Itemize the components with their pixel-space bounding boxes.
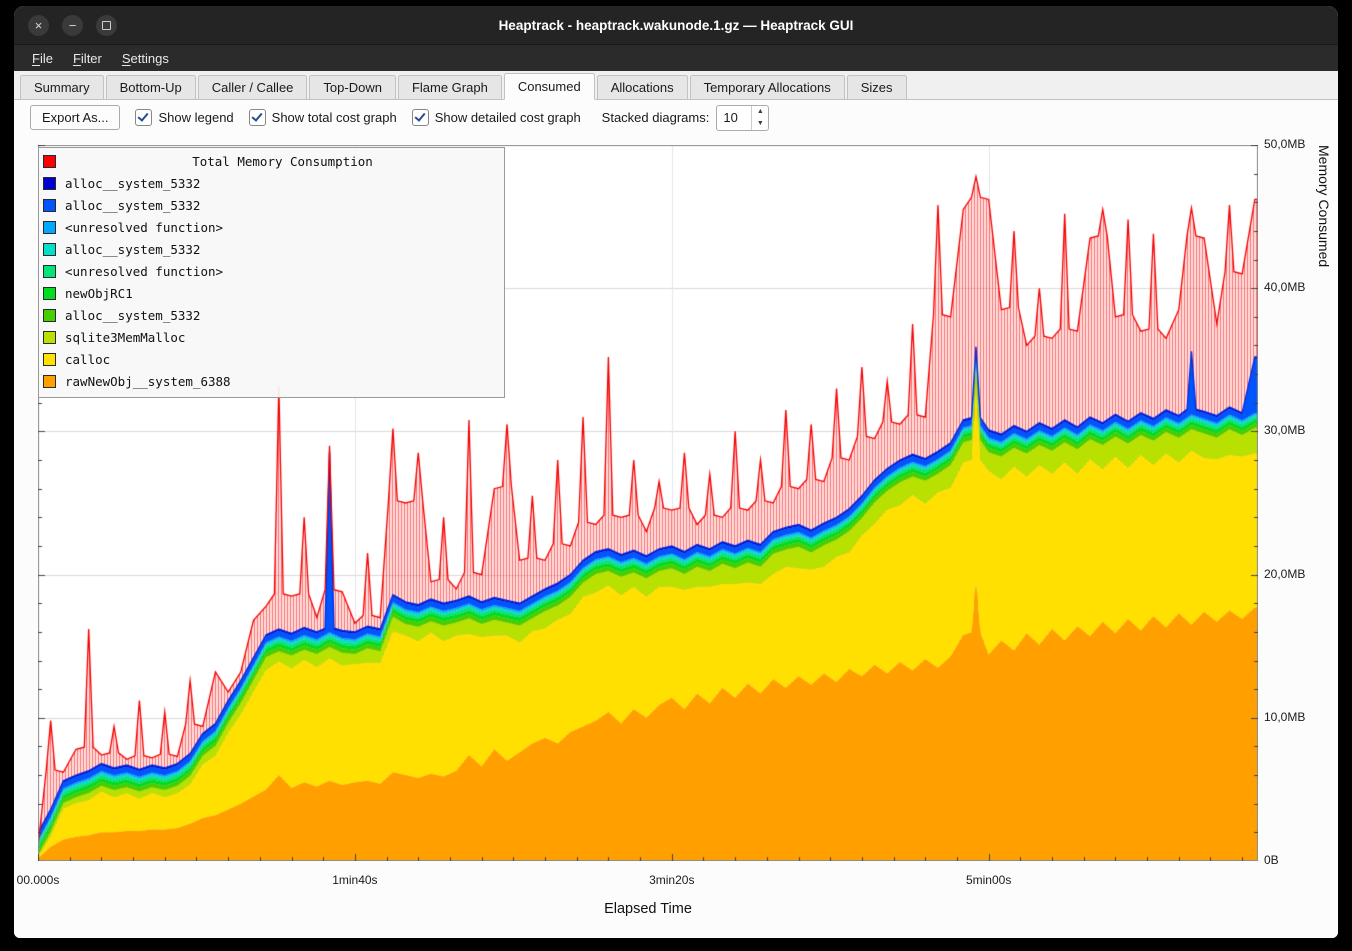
stacked-diagrams-spinbox: 10 ▲ ▼ bbox=[716, 105, 769, 131]
maximize-icon bbox=[102, 21, 111, 30]
legend-label: newObjRC1 bbox=[65, 286, 133, 301]
chart-region: Total Memory Consumption alloc__system_5… bbox=[14, 135, 1338, 938]
heaptrack-window: × − Heaptrack - heaptrack.wakunode.1.gz … bbox=[14, 6, 1338, 938]
toolbar: Export As... Show legend Show total cost … bbox=[14, 100, 1338, 135]
tab-caller-callee[interactable]: Caller / Callee bbox=[198, 75, 308, 99]
checkbox-icon bbox=[412, 109, 429, 126]
legend-item: alloc__system_5332 bbox=[43, 194, 500, 216]
x-axis-title: Elapsed Time bbox=[38, 901, 1258, 917]
legend-label: alloc__system_5332 bbox=[65, 176, 200, 191]
y-tick-label: 40,0MB bbox=[1264, 280, 1305, 294]
legend-label: <unresolved function> bbox=[65, 220, 223, 235]
y-tick-label: 10,0MB bbox=[1264, 710, 1305, 724]
legend-label: rawNewObj__system_6388 bbox=[65, 374, 231, 389]
tab-consumed[interactable]: Consumed bbox=[504, 73, 595, 100]
minimize-icon: − bbox=[69, 19, 77, 32]
close-button[interactable]: × bbox=[28, 15, 49, 36]
legend-item: newObjRC1 bbox=[43, 282, 500, 304]
legend-swatch bbox=[43, 353, 56, 366]
menu-bar: FileFilterSettings bbox=[14, 45, 1338, 71]
stacked-diagrams-label: Stacked diagrams: bbox=[602, 110, 710, 125]
legend-item: <unresolved function> bbox=[43, 216, 500, 238]
spin-down-icon[interactable]: ▼ bbox=[752, 118, 768, 130]
legend-title: Total Memory Consumption bbox=[65, 154, 500, 169]
legend-title-row: Total Memory Consumption bbox=[43, 150, 500, 172]
stacked-diagrams-input[interactable]: 10 bbox=[717, 106, 751, 130]
legend-swatch bbox=[43, 221, 56, 234]
legend-swatch bbox=[43, 199, 56, 212]
checkbox-show-total-cost-graph[interactable]: Show total cost graph bbox=[249, 109, 397, 126]
legend-label: alloc__system_5332 bbox=[65, 198, 200, 213]
tab-top-down[interactable]: Top-Down bbox=[309, 75, 396, 99]
checkbox-label: Show legend bbox=[158, 110, 233, 125]
tab-bottom-up[interactable]: Bottom-Up bbox=[106, 75, 196, 99]
x-tick-label: 00.000s bbox=[17, 873, 60, 887]
legend-item: alloc__system_5332 bbox=[43, 172, 500, 194]
tab-temporary-allocations[interactable]: Temporary Allocations bbox=[690, 75, 845, 99]
y-tick-label: 30,0MB bbox=[1264, 423, 1305, 437]
legend-swatch bbox=[43, 243, 56, 256]
checkbox-label: Show total cost graph bbox=[272, 110, 397, 125]
checkbox-show-legend[interactable]: Show legend bbox=[135, 109, 233, 126]
minimize-button[interactable]: − bbox=[62, 15, 83, 36]
menu-item-settings[interactable]: Settings bbox=[112, 45, 179, 71]
legend-swatch bbox=[43, 287, 56, 300]
checkbox-icon bbox=[135, 109, 152, 126]
tab-allocations[interactable]: Allocations bbox=[597, 75, 688, 99]
legend-rows: alloc__system_5332 alloc__system_5332 <unr… bbox=[43, 172, 500, 392]
x-axis-labels: 00.000s1min40s3min20s5min00s bbox=[38, 873, 1258, 889]
legend-label: <unresolved function> bbox=[65, 264, 223, 279]
x-tick-label: 5min00s bbox=[966, 873, 1011, 887]
window-title: Heaptrack - heaptrack.wakunode.1.gz — He… bbox=[499, 18, 854, 33]
y-tick-label: 20,0MB bbox=[1264, 567, 1305, 581]
spin-buttons: ▲ ▼ bbox=[751, 106, 768, 130]
toolbar-checkboxes: Show legend Show total cost graph Show det… bbox=[135, 109, 580, 126]
stacked-diagrams-control: Stacked diagrams: 10 ▲ ▼ bbox=[602, 105, 770, 131]
x-tick-label: 1min40s bbox=[332, 873, 377, 887]
legend-item: alloc__system_5332 bbox=[43, 238, 500, 260]
legend-swatch bbox=[43, 331, 56, 344]
chart-legend: Total Memory Consumption alloc__system_5… bbox=[38, 147, 505, 398]
menu-item-file[interactable]: File bbox=[22, 45, 63, 71]
checkbox-show-detailed-cost-graph[interactable]: Show detailed cost graph bbox=[412, 109, 581, 126]
legend-item: <unresolved function> bbox=[43, 260, 500, 282]
total-swatch bbox=[43, 155, 56, 168]
y-tick-label: 50,0MB bbox=[1264, 137, 1305, 151]
close-icon: × bbox=[35, 19, 43, 32]
legend-item: sqlite3MemMalloc bbox=[43, 326, 500, 348]
legend-label: alloc__system_5332 bbox=[65, 308, 200, 323]
menu-item-filter[interactable]: Filter bbox=[63, 45, 112, 71]
y-axis-title: Memory Consumed bbox=[1316, 145, 1332, 861]
spin-up-icon[interactable]: ▲ bbox=[752, 106, 768, 118]
legend-item: alloc__system_5332 bbox=[43, 304, 500, 326]
legend-swatch bbox=[43, 177, 56, 190]
y-tick-label: 0B bbox=[1264, 853, 1279, 867]
maximize-button[interactable] bbox=[96, 15, 117, 36]
tab-flame-graph[interactable]: Flame Graph bbox=[398, 75, 502, 99]
checkbox-icon bbox=[249, 109, 266, 126]
tab-bar: SummaryBottom-UpCaller / CalleeTop-DownF… bbox=[14, 71, 1338, 100]
plot-area: Total Memory Consumption alloc__system_5… bbox=[38, 145, 1258, 861]
window-controls: × − bbox=[28, 6, 117, 44]
tab-summary[interactable]: Summary bbox=[20, 75, 104, 99]
legend-swatch bbox=[43, 375, 56, 388]
legend-item: calloc bbox=[43, 348, 500, 370]
legend-label: alloc__system_5332 bbox=[65, 242, 200, 257]
tab-sizes[interactable]: Sizes bbox=[847, 75, 907, 99]
legend-swatch bbox=[43, 265, 56, 278]
legend-label: sqlite3MemMalloc bbox=[65, 330, 185, 345]
x-tick-label: 3min20s bbox=[649, 873, 694, 887]
export-as-button[interactable]: Export As... bbox=[30, 105, 120, 130]
titlebar: × − Heaptrack - heaptrack.wakunode.1.gz … bbox=[14, 6, 1338, 45]
legend-item: rawNewObj__system_6388 bbox=[43, 370, 500, 392]
legend-label: calloc bbox=[65, 352, 110, 367]
legend-swatch bbox=[43, 309, 56, 322]
checkbox-label: Show detailed cost graph bbox=[435, 110, 581, 125]
